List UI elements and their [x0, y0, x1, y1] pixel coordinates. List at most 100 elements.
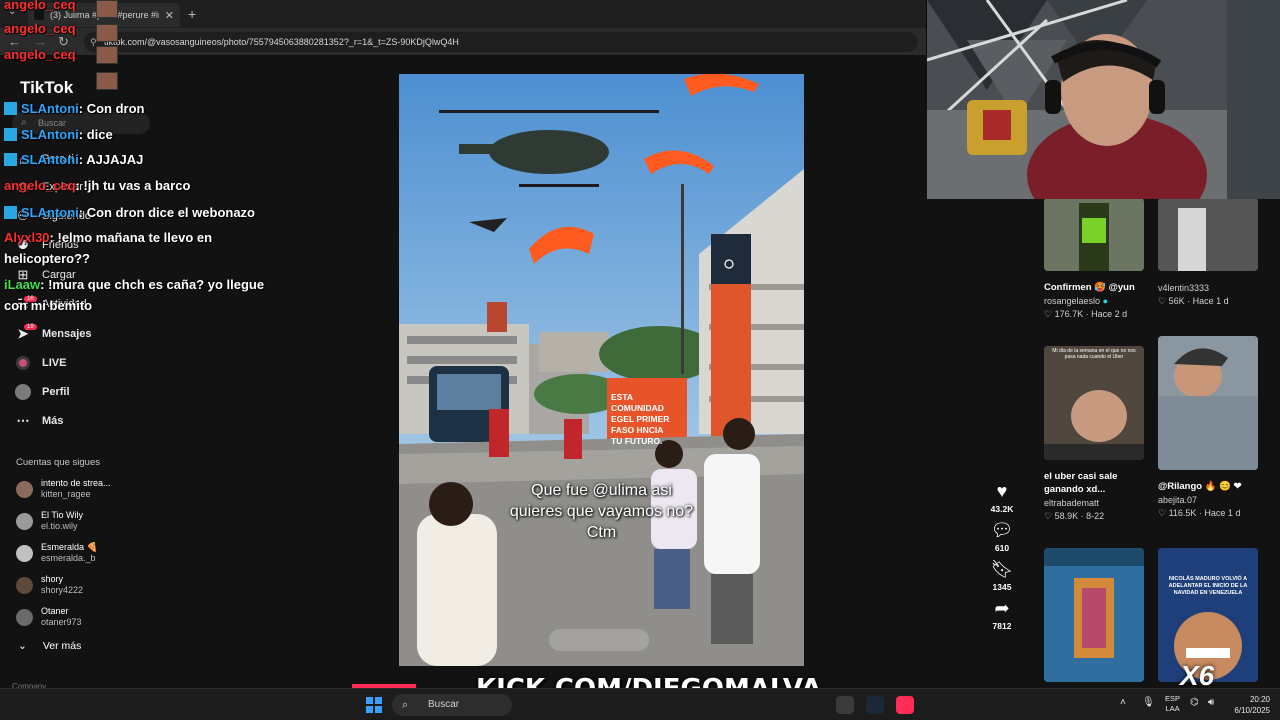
avatar — [16, 576, 33, 594]
sign-line: EGEL PRIMER — [611, 414, 670, 424]
tray-chevron-icon[interactable]: ˄ — [1120, 697, 1126, 708]
tiktok-taskbar-icon[interactable] — [896, 696, 914, 714]
thumbnail-art — [1158, 336, 1258, 470]
sign-line: FASO HNCIA — [611, 425, 664, 435]
related-video-card[interactable] — [1044, 548, 1144, 682]
like-button[interactable]: ♥ 43.2K — [986, 480, 1018, 514]
chat-message: angelo_ceq — [4, 0, 76, 14]
mod-badge-icon — [4, 102, 17, 115]
clock-date: 6/10/2025 — [1234, 706, 1270, 715]
account-name: El Tio Wily — [41, 510, 84, 520]
save-button[interactable]: 🔖︎ 1345 — [986, 558, 1018, 592]
speaker-icon[interactable]: 🔊︎ — [1208, 697, 1214, 708]
see-more-button[interactable]: ⌄ Ver más — [18, 640, 81, 652]
following-account[interactable]: shory shory4222 — [16, 571, 83, 599]
sign-line: ESTA COMUNIDAD — [611, 392, 664, 413]
sidebar-item-live[interactable]: LIVE — [14, 352, 66, 374]
chat-username: iLaaw — [4, 277, 41, 292]
app-icon[interactable] — [836, 696, 854, 714]
chat-emote — [96, 24, 118, 42]
following-account[interactable]: intento de strea... kitten_ragee — [16, 475, 111, 503]
network-icon[interactable]: ⌬ — [1190, 697, 1199, 708]
language-code: ESP — [1165, 694, 1181, 703]
following-account[interactable]: Otaner otaner973 — [16, 603, 82, 631]
carousel-indicator[interactable] — [549, 629, 649, 651]
related-thumbnail — [1044, 198, 1144, 271]
related-video-card[interactable]: @Rilango 🔥 😊 ❤ abejita.07 ♡ 116.5K · Hac… — [1158, 336, 1258, 519]
related-meta: ♡ 176.7K · Hace 2 d — [1044, 309, 1128, 319]
sidebar-item-perfil[interactable]: Perfil — [14, 381, 70, 403]
video-caption: Que fue @ulima asi quieres que vayamos n… — [399, 480, 804, 543]
keyboard-language[interactable]: ESP LAA — [1165, 694, 1180, 714]
related-title: @Rilango 🔥 😊 ❤ — [1158, 481, 1242, 492]
chat-username: angelo_ceq — [4, 178, 76, 193]
account-name: Otaner — [41, 606, 69, 616]
chat-message: Alyxl30: !elmo mañana te llevo en — [4, 229, 212, 247]
avatar — [16, 608, 33, 626]
chat-text: : Con dron dice el webonazo — [78, 205, 255, 220]
streamer-webcam — [927, 0, 1280, 199]
related-video-card[interactable]: v4lentin3333 ♡ 56K · Hace 1 d — [1158, 198, 1258, 307]
screen: ⌄ (3) Julima #paro #perure #indi ✕ + ← →… — [0, 0, 1280, 720]
chat-username: angelo_ceq — [4, 47, 76, 62]
chat-username: angelo_ceq — [4, 21, 76, 36]
microphone-icon[interactable]: 🎙︎ — [1142, 697, 1155, 708]
steam-icon[interactable] — [866, 696, 884, 714]
thumbnail-art — [1044, 346, 1144, 460]
avatar — [16, 512, 33, 530]
thumbnail-art — [1158, 198, 1258, 271]
chat-text: : !elmo mañana te llevo en — [49, 230, 213, 245]
chat-message: con mi bemito — [4, 297, 92, 315]
related-author: abejita.07 — [1158, 495, 1198, 505]
heart-icon: ♥ — [996, 481, 1008, 501]
related-author: rosangelaeslo ● — [1044, 296, 1144, 306]
mod-badge-icon — [4, 206, 17, 219]
related-thumbnail — [1158, 336, 1258, 470]
account-name: shory — [41, 574, 64, 584]
chat-text: con mi bemito — [4, 298, 93, 313]
related-meta: ♡ 116.5K · Hace 1 d — [1158, 508, 1241, 518]
like-count: 43.2K — [990, 504, 1014, 514]
chat-message: SLAntoni: Con dron — [4, 100, 144, 118]
clock-time: 20:20 — [1249, 695, 1270, 704]
following-account[interactable]: El Tio Wily el.tio.wily — [16, 507, 83, 535]
live-svg — [16, 356, 30, 370]
following-account[interactable]: Esmeralda 🍕 esmeralda._b — [16, 539, 98, 567]
sidebar-item-mas[interactable]: ⋯ Más — [14, 410, 64, 432]
avatar — [16, 544, 33, 562]
chat-message: helicoptero?? — [4, 250, 90, 268]
save-count: 1345 — [992, 582, 1012, 592]
chat-message: iLaaw: !mura que chch es caña? yo llegue — [4, 276, 264, 294]
chat-username: Alyxl30 — [4, 230, 50, 245]
related-video-card[interactable]: Confirmen 🥵 @yun rosangelaeslo ● ♡ 176.7… — [1044, 198, 1144, 320]
related-author: eltrabadematt — [1044, 498, 1100, 508]
comment-icon: 💬︎ — [990, 520, 1014, 540]
related-meta: ♡ 56K · Hace 1 d — [1158, 296, 1229, 306]
chat-emote — [96, 46, 118, 64]
more-icon: ⋯ — [16, 413, 30, 428]
related-video-card[interactable]: Mi día de la semana en el que no nos pas… — [1044, 346, 1144, 522]
search-icon: ⌕ — [402, 699, 409, 711]
see-more-label: Ver más — [42, 640, 82, 652]
video-player[interactable]: ESTA COMUNIDAD EGEL PRIMER FASO HNCIA TU… — [399, 74, 804, 666]
windows-start-icon[interactable] — [366, 697, 382, 713]
sign-line: TU FUTURO. — [611, 436, 663, 446]
caption-line: Ctm — [586, 524, 617, 541]
share-icon: ➦ — [994, 598, 1010, 618]
share-count: 7812 — [992, 621, 1012, 631]
chat-message: SLAntoni: Con dron dice el webonazo — [4, 204, 255, 222]
related-author: v4lentin3333 — [1158, 283, 1210, 293]
caption-line: quieres que vayamos no? — [509, 503, 694, 520]
chat-text: : dice — [78, 127, 113, 142]
chat-message: SLAntoni: dice — [4, 126, 113, 144]
layout-code: LAA — [1165, 704, 1180, 713]
system-clock[interactable]: 20:20 6/10/2025 — [1228, 694, 1270, 716]
account-handle: otaner973 — [41, 617, 82, 627]
chat-text: : !jh tu vas a barco — [75, 178, 191, 193]
comment-button[interactable]: 💬︎ 610 — [986, 519, 1018, 553]
profile-avatar — [15, 384, 31, 400]
related-title: el uber casi sale ganando xd... — [1044, 471, 1118, 495]
share-button[interactable]: ➦ 7812 — [986, 597, 1018, 631]
mod-badge-icon — [4, 128, 17, 141]
taskbar-search[interactable]: ⌕ Buscar — [392, 694, 512, 716]
